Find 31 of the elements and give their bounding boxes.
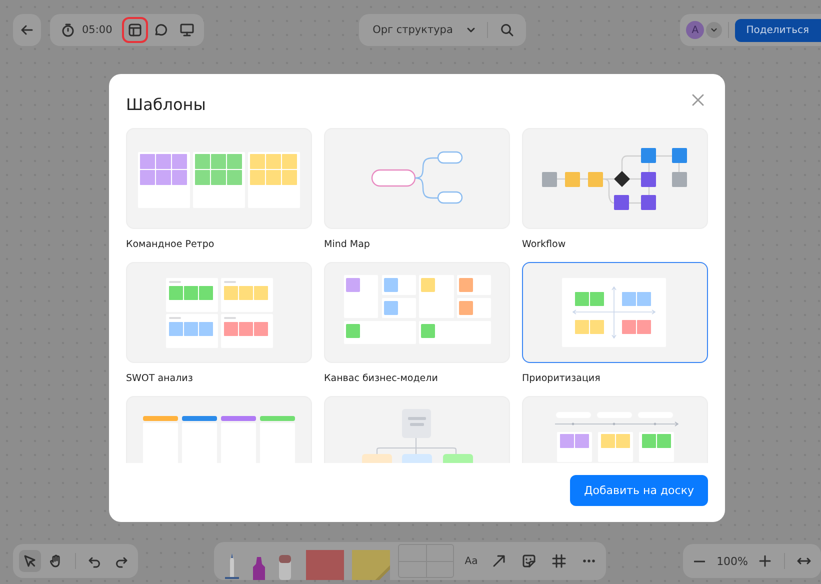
- templates-button[interactable]: [124, 19, 146, 41]
- template-card[interactable]: [522, 262, 708, 364]
- template-name: SWOT анализ: [126, 372, 194, 386]
- template-name: Workflow: [522, 238, 567, 252]
- template-name: Mind Map: [324, 238, 371, 252]
- close-icon: [690, 92, 706, 108]
- select-tool-button[interactable]: [19, 550, 41, 572]
- stopwatch-icon: [60, 22, 76, 38]
- template-name: Командное Ретро: [126, 238, 216, 252]
- arrow-icon: [491, 553, 508, 569]
- share-button[interactable]: Поделиться: [735, 18, 821, 42]
- more-dots-icon: [583, 559, 596, 563]
- zoom-level: 100%: [716, 554, 750, 568]
- template-name: Канвас бизнес-модели: [324, 372, 439, 386]
- timer-text: 05:00: [82, 24, 112, 36]
- add-to-board-button[interactable]: Добавить на доску: [570, 475, 708, 506]
- chat-bubble-icon: [153, 22, 170, 38]
- cursor-icon: [22, 553, 38, 569]
- search-icon: [498, 22, 515, 38]
- plus-icon: [757, 553, 774, 569]
- board-title-dropdown[interactable]: Орг структура: [372, 22, 479, 38]
- minus-icon: [694, 560, 706, 562]
- text-tool-button[interactable]: Aa: [462, 550, 480, 572]
- back-button[interactable]: [13, 14, 41, 46]
- sticker-face-icon: [521, 553, 538, 569]
- hash-icon: [551, 553, 568, 569]
- dialog-title: Шаблоны: [126, 94, 206, 114]
- template-name: Приоритизация: [522, 372, 602, 386]
- monitor-icon: [179, 22, 196, 38]
- account-menu-button[interactable]: [706, 22, 722, 38]
- layout-icon: [127, 22, 144, 38]
